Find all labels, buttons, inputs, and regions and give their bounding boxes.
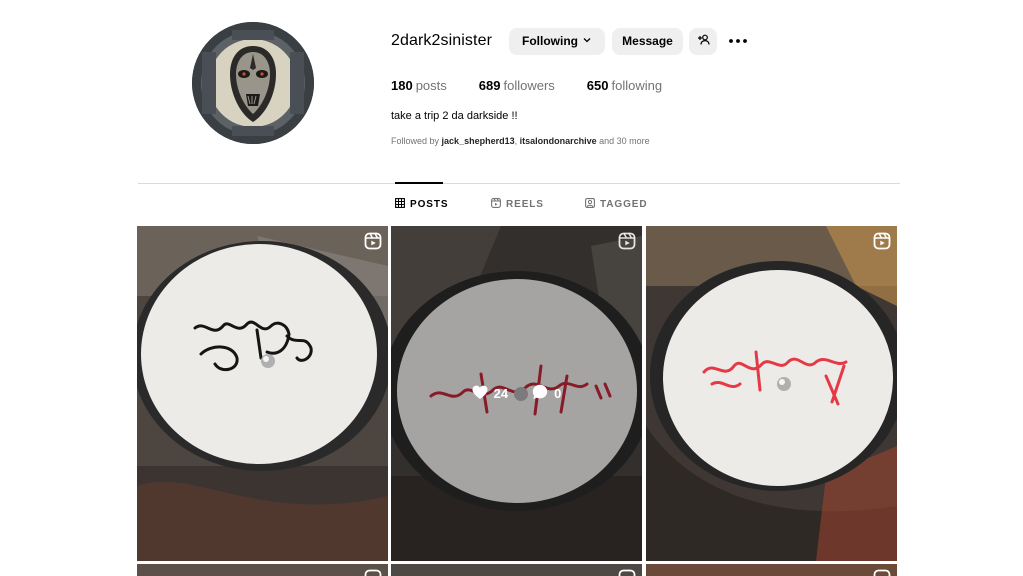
- tab-posts[interactable]: POSTS: [395, 198, 448, 211]
- followed-by-user[interactable]: itsalondonarchive: [520, 136, 597, 146]
- following-count: 650: [586, 78, 609, 93]
- tab-posts-label: POSTS: [410, 199, 449, 210]
- reel-icon: [618, 569, 636, 576]
- reel-icon: [873, 232, 891, 250]
- tabs-divider: [138, 183, 900, 184]
- tab-tagged[interactable]: TAGGED: [585, 198, 647, 211]
- tab-reels-label: REELS: [506, 199, 544, 210]
- profile-tabs: POSTS REELS TAGGED: [0, 198, 1023, 214]
- reel-icon: [618, 232, 636, 250]
- following-label: following: [611, 78, 663, 93]
- tab-reels[interactable]: REELS: [491, 198, 544, 211]
- following-button-label: Following: [522, 34, 579, 48]
- grid-icon: [395, 198, 410, 211]
- comment-icon: [532, 384, 554, 403]
- comments-count: 0: [554, 386, 562, 401]
- tab-tagged-label: TAGGED: [600, 199, 648, 210]
- post-tile[interactable]: 24 0: [391, 226, 642, 561]
- post-tile[interactable]: [391, 564, 642, 576]
- post-tile[interactable]: [137, 226, 388, 561]
- profile-bio: take a trip 2 da darkside !!: [391, 110, 518, 122]
- following-stat[interactable]: 650 following: [587, 78, 662, 93]
- post-thumbnail: [137, 226, 388, 561]
- message-button[interactable]: Message: [612, 27, 684, 55]
- heart-icon: [472, 385, 494, 403]
- tagged-icon: [585, 198, 600, 211]
- profile-avatar[interactable]: [192, 22, 314, 144]
- post-tile[interactable]: [137, 564, 388, 576]
- likes-count: 24: [493, 386, 509, 401]
- post-tile[interactable]: [646, 564, 897, 576]
- reel-icon: [364, 232, 382, 250]
- suggested-users-button[interactable]: [689, 27, 718, 55]
- posts-stat: 180 posts: [391, 78, 447, 93]
- post-hover-overlay: 24 0: [391, 226, 642, 561]
- add-user-icon: [697, 33, 710, 49]
- followed-by-user[interactable]: jack_shepherd13: [442, 136, 515, 146]
- reel-icon: [873, 569, 891, 576]
- followers-label: followers: [503, 78, 555, 93]
- likes-stat: 24: [472, 385, 508, 403]
- profile-username: 2dark2sinister: [391, 32, 493, 49]
- chevron-down-icon: [582, 34, 592, 48]
- active-tab-indicator: [395, 182, 443, 184]
- comments-stat: 0: [532, 384, 561, 403]
- followers-count: 689: [478, 78, 501, 93]
- followed-by-prefix: Followed by: [391, 136, 440, 146]
- followed-by[interactable]: Followed by jack_shepherd13, itsalondona…: [391, 136, 650, 146]
- post-thumbnail: [646, 226, 897, 561]
- posts-count: 180: [391, 78, 413, 93]
- following-button[interactable]: Following: [509, 27, 606, 55]
- profile-stats: 180 posts 689 followers 650 following: [391, 78, 694, 93]
- reel-icon: [364, 569, 382, 576]
- reels-icon: [491, 198, 506, 211]
- posts-label: posts: [415, 78, 447, 93]
- followed-by-suffix: and 30 more: [599, 136, 650, 146]
- post-tile[interactable]: [646, 226, 897, 561]
- more-options-icon[interactable]: [727, 30, 749, 52]
- followers-stat[interactable]: 689 followers: [479, 78, 555, 93]
